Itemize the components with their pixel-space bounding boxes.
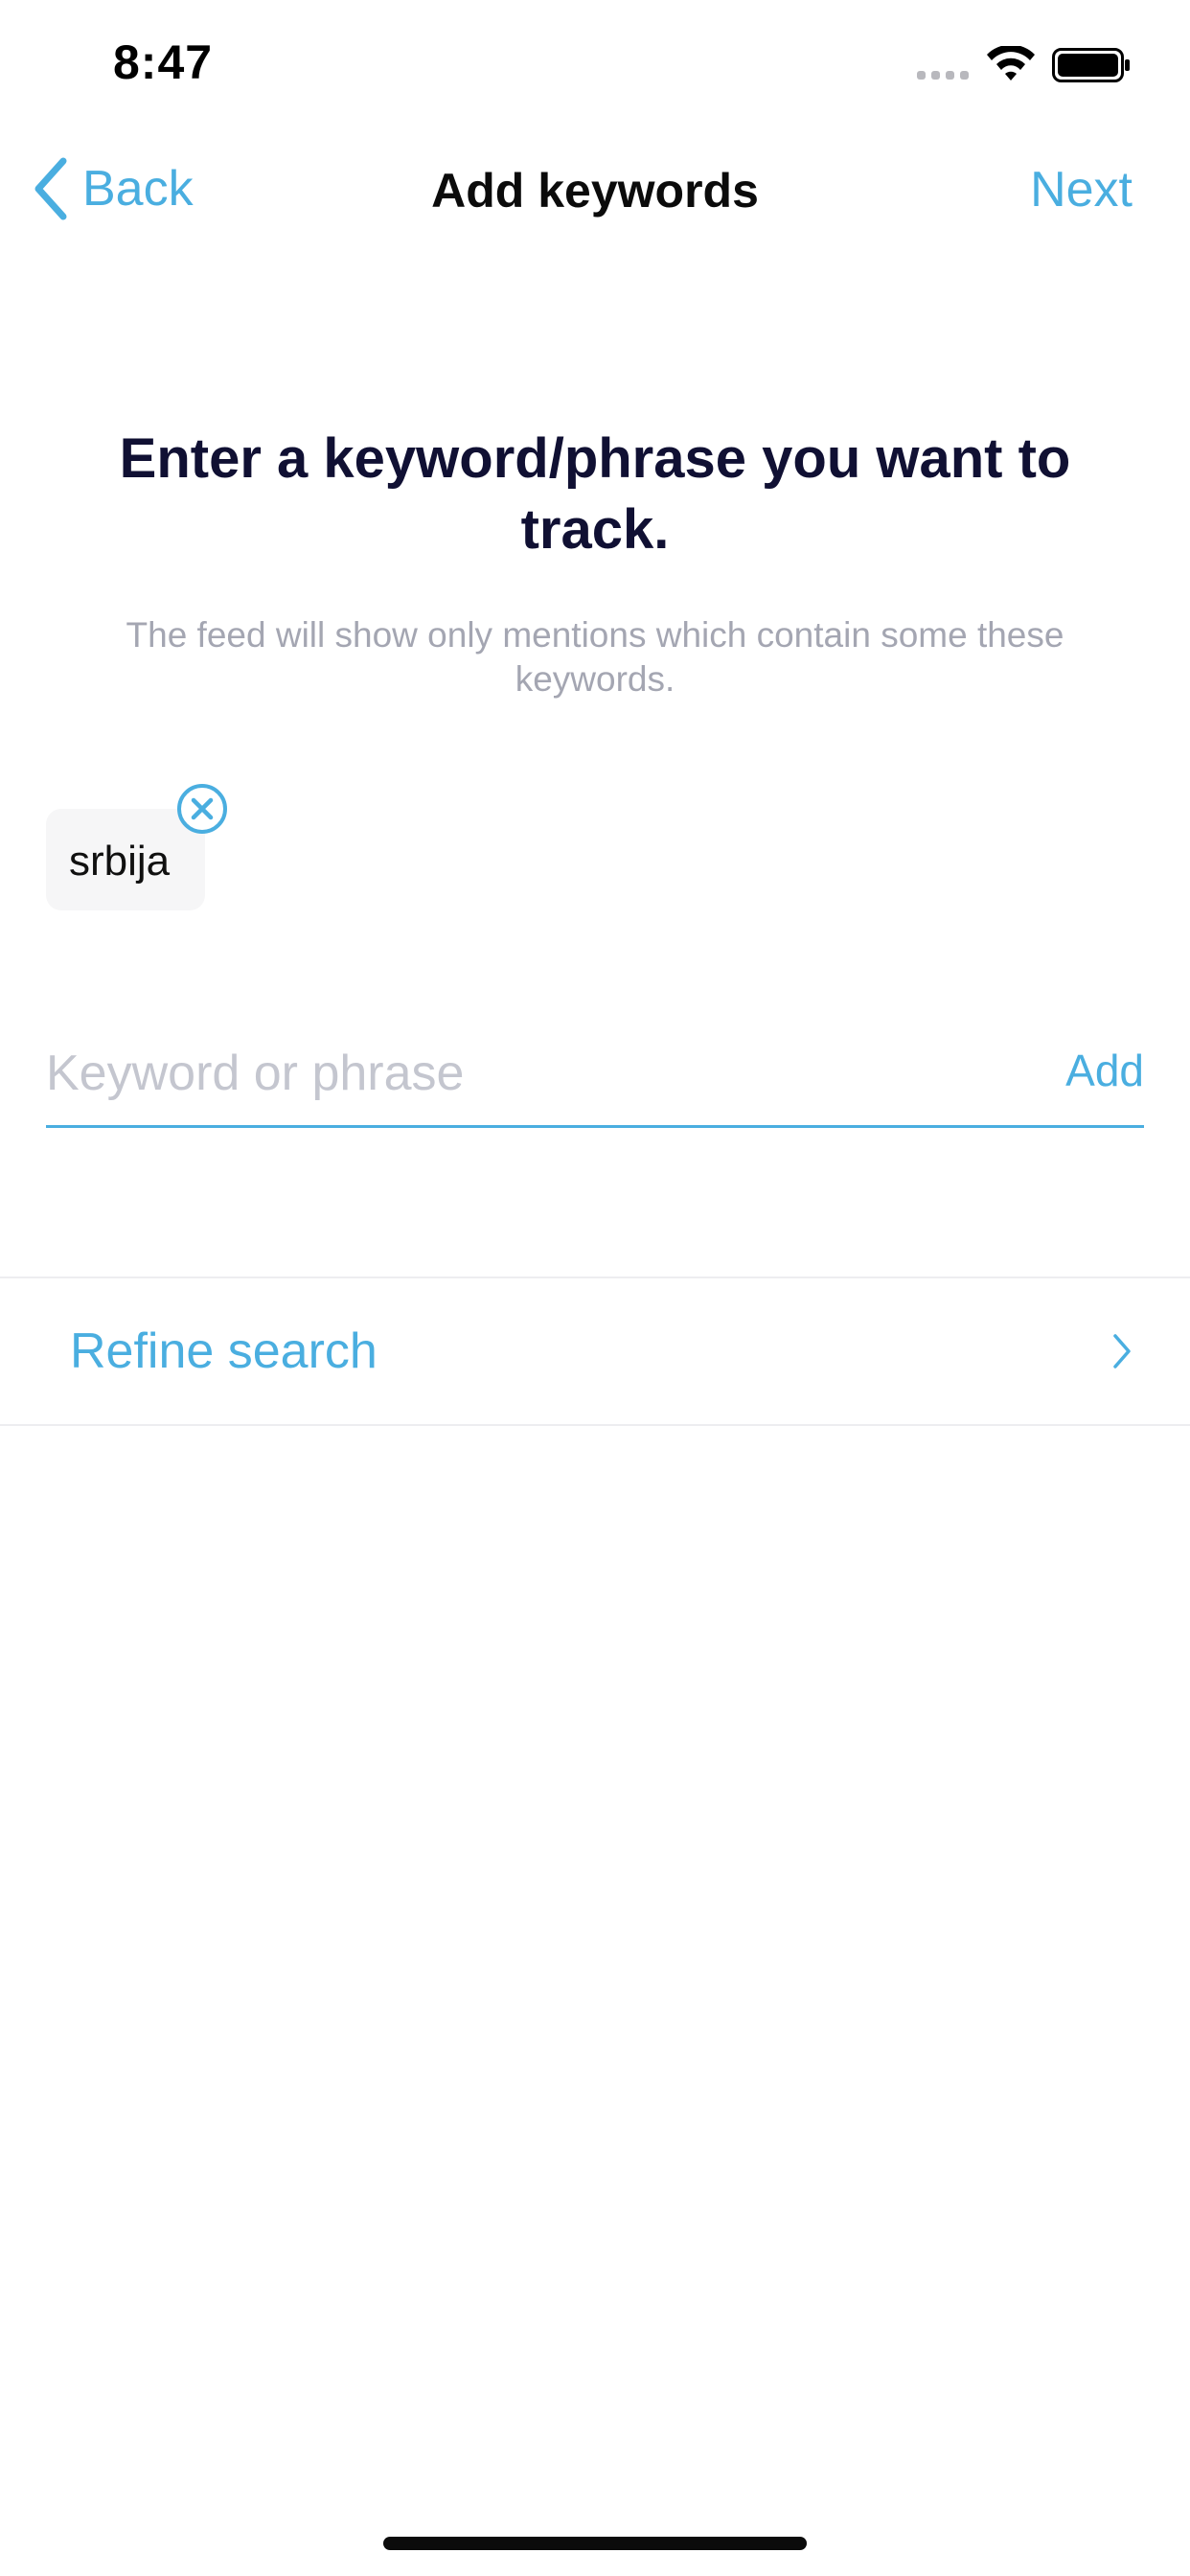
close-circle-icon[interactable] — [175, 782, 229, 836]
home-indicator[interactable] — [383, 2537, 807, 2550]
keyword-input[interactable] — [46, 1035, 1004, 1112]
status-bar: 8:47 — [0, 0, 1190, 134]
instruction-heading: Enter a keyword/phrase you want to track… — [119, 427, 1071, 561]
refine-search-label: Refine search — [70, 1323, 378, 1379]
keyword-input-row: Add — [46, 1035, 1144, 1128]
page-title: Add keywords — [431, 164, 759, 218]
instruction-subheading: The feed will show only mentions which c… — [126, 615, 1064, 699]
keyword-chip-label: srbija — [69, 838, 171, 885]
next-button[interactable]: Next — [1030, 161, 1133, 218]
wifi-icon — [987, 46, 1035, 80]
signal-dots-icon — [917, 71, 969, 80]
refine-search-row[interactable]: Refine search — [0, 1276, 1190, 1426]
add-keyword-button[interactable]: Add — [1065, 1045, 1144, 1096]
navigation-bar: Back Add keywords Next — [0, 134, 1190, 249]
battery-icon — [1052, 48, 1130, 82]
chevron-right-icon — [1113, 1334, 1131, 1368]
status-time: 8:47 — [113, 35, 214, 89]
